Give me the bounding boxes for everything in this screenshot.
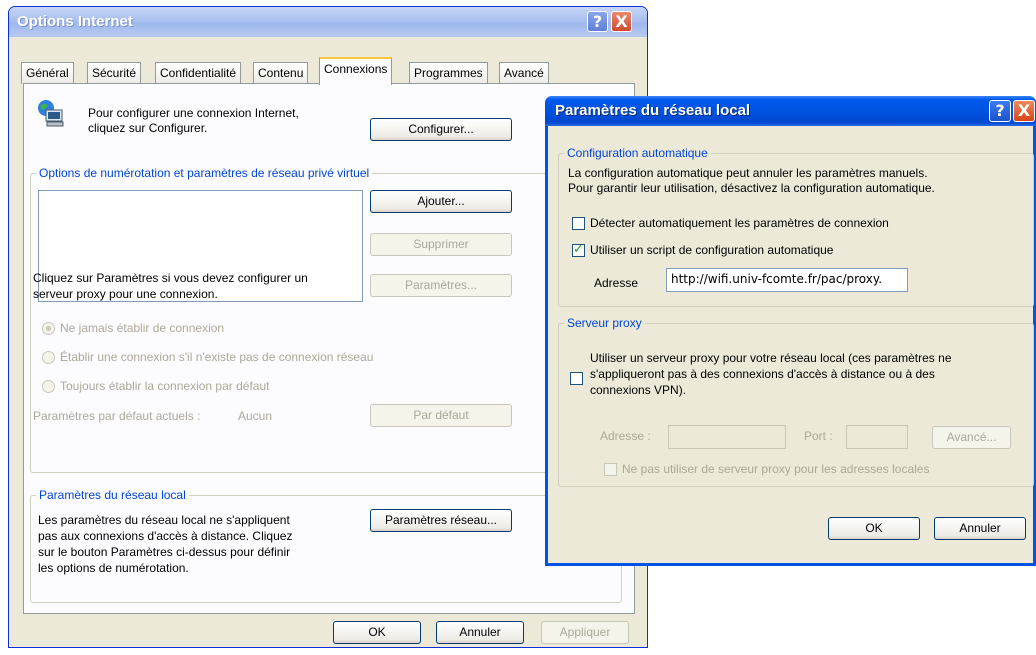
setup-text-line-1: Pour configurer une connexion Internet, — [88, 106, 299, 120]
set-default-button[interactable]: Par défaut — [370, 404, 512, 427]
cancel-button[interactable]: Annuler — [436, 621, 524, 644]
proxy-port-input[interactable] — [846, 425, 908, 449]
lan-settings-titlebar[interactable]: Paramètres du réseau local — [545, 96, 1036, 126]
bypass-local-label: Ne pas utiliser de serveur proxy pour le… — [622, 462, 930, 476]
auto-script-checkbox[interactable] — [572, 242, 585, 257]
lan-window-title: Paramètres du réseau local — [555, 102, 751, 119]
setup-text-line-2: cliquez sur Configurer. — [88, 121, 208, 135]
tab-privacy[interactable]: Confidentialité — [155, 62, 242, 84]
configure-button[interactable]: Configurer... — [370, 118, 512, 141]
tab-advanced[interactable]: Avancé — [499, 62, 549, 84]
lan-text-line-4: les options de numérotation. — [38, 561, 189, 575]
help-icon[interactable]: ? — [587, 11, 608, 32]
proxy-text-2: s'appliqueront pas à des connexions d'ac… — [590, 367, 935, 381]
proxy-server-group-label: Serveur proxy — [564, 316, 645, 330]
script-address-input[interactable]: http://wifi.univ-fcomte.fr/pac/proxy. — [666, 268, 908, 292]
tab-security[interactable]: Sécurité — [87, 62, 142, 84]
settings-button[interactable]: Paramètres... — [370, 274, 512, 297]
tab-connections[interactable]: Connexions — [319, 57, 393, 85]
proxy-address-input[interactable] — [668, 425, 786, 449]
proxy-hint-line-1: Cliquez sur Paramètres si vous devez con… — [33, 271, 308, 285]
lan-cancel-button[interactable]: Annuler — [934, 517, 1026, 540]
lan-text-line-2: pas aux connexions d'accès à distance. C… — [38, 529, 293, 543]
lan-close-icon[interactable]: X — [1013, 100, 1035, 122]
proxy-hint-line-2: serveur proxy pour une connexion. — [33, 287, 218, 301]
auto-config-text-1: La configuration automatique peut annule… — [568, 166, 928, 180]
proxy-port-label: Port : — [804, 429, 833, 443]
radio-never-dial-label: Ne jamais établir de connexion — [60, 321, 225, 335]
advanced-button[interactable]: Avancé... — [932, 426, 1011, 449]
use-proxy-checkbox[interactable] — [570, 372, 583, 385]
tab-content[interactable]: Contenu — [253, 62, 309, 84]
remove-button[interactable]: Supprimer — [370, 233, 512, 256]
current-default-value: Aucun — [238, 409, 273, 423]
auto-script-label: Utiliser un script de configuration auto… — [590, 243, 834, 257]
current-default-label: Paramètres par défaut actuels : — [33, 409, 201, 423]
network-globe-icon — [38, 100, 64, 127]
tab-general[interactable]: Général — [21, 62, 74, 84]
add-button[interactable]: Ajouter... — [370, 190, 512, 213]
detect-settings-checkbox[interactable] — [572, 217, 585, 230]
connections-panel: Pour configurer une connexion Internet, … — [23, 83, 635, 614]
lan-settings-window: Paramètres du réseau local ? X Configura… — [545, 96, 1036, 566]
detect-settings-label: Détecter automatiquement les paramètres … — [590, 216, 889, 230]
radio-always-dial[interactable] — [42, 380, 55, 393]
radio-dial-when-needed[interactable] — [42, 351, 55, 364]
tab-programs[interactable]: Programmes — [409, 62, 488, 84]
ok-button[interactable]: OK — [333, 621, 421, 644]
lan-help-icon[interactable]: ? — [989, 100, 1011, 122]
bypass-local-checkbox[interactable] — [604, 463, 617, 476]
lan-ok-button[interactable]: OK — [828, 517, 920, 540]
lan-group-label: Paramètres du réseau local — [36, 488, 189, 502]
dialup-group-label: Options de numérotation et paramètres de… — [36, 166, 373, 180]
lan-settings-button[interactable]: Paramètres réseau... — [370, 509, 512, 532]
lan-text-line-1: Les paramètres du réseau local ne s'appl… — [38, 513, 290, 527]
script-address-label: Adresse — [594, 276, 639, 290]
window-title: Options Internet — [17, 13, 133, 30]
internet-options-titlebar[interactable]: Options Internet — [9, 7, 647, 37]
lan-text-line-3: sur le bouton Paramètres ci-dessus pour … — [38, 545, 291, 559]
auto-config-text-2: Pour garantir leur utilisation, désactiv… — [568, 181, 935, 195]
proxy-text-3: connexions VPN). — [590, 383, 687, 397]
close-icon[interactable]: X — [611, 11, 632, 32]
radio-always-dial-label: Toujours établir la connexion par défaut — [60, 379, 270, 393]
apply-button[interactable]: Appliquer — [541, 621, 629, 644]
radio-never-dial[interactable] — [42, 322, 55, 335]
auto-config-group-label: Configuration automatique — [564, 146, 711, 160]
proxy-address-label: Adresse : — [600, 429, 651, 443]
radio-dial-when-needed-label: Établir une connexion s'il n'existe pas … — [60, 350, 374, 364]
proxy-text-1: Utiliser un serveur proxy pour votre rés… — [590, 351, 952, 365]
